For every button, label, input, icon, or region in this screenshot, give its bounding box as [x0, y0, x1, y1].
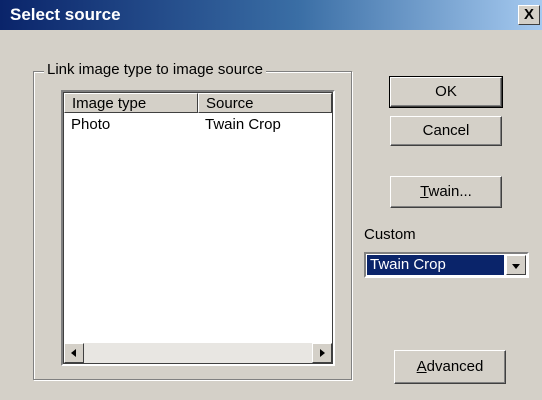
cancel-button[interactable]: Cancel [390, 116, 502, 146]
cancel-button-label: Cancel [422, 122, 470, 139]
ok-button[interactable]: OK [389, 76, 503, 108]
arrow-right-icon [320, 349, 325, 357]
cell-source: Twain Crop [205, 116, 281, 133]
column-header-label: Image type [72, 95, 147, 112]
twain-button-label: wain... [428, 183, 472, 200]
advanced-button[interactable]: Advanced [394, 350, 506, 384]
column-header-label: Source [206, 95, 254, 112]
custom-label: Custom [364, 226, 416, 243]
group-label: Link image type to image source [44, 61, 266, 79]
close-icon: X [523, 6, 534, 23]
combo-dropdown-button[interactable] [506, 255, 526, 275]
image-source-list[interactable]: Image type Source Photo Twain Crop [61, 90, 335, 366]
chevron-down-icon [512, 264, 520, 269]
scroll-left-button[interactable] [64, 343, 84, 363]
custom-source-select[interactable]: Twain Crop [364, 252, 529, 278]
column-header-image-type[interactable]: Image type [64, 93, 198, 113]
twain-button[interactable]: Twain... [390, 176, 502, 208]
window-title: Select source [10, 5, 121, 24]
cell-image-type: Photo [71, 116, 111, 133]
ok-button-label: OK [435, 83, 457, 100]
custom-selected-value: Twain Crop [367, 255, 504, 275]
select-source-dialog: Select source X Link image type to image… [0, 0, 542, 400]
arrow-left-icon [71, 349, 76, 357]
title-bar[interactable]: Select source X [0, 0, 542, 30]
advanced-button-label: dvanced [426, 358, 484, 375]
horizontal-scrollbar[interactable] [64, 343, 332, 363]
column-header-source[interactable]: Source [198, 93, 332, 113]
advanced-mnemonic: A [416, 358, 427, 375]
close-button[interactable]: X [518, 5, 540, 25]
scroll-right-button[interactable] [312, 343, 332, 363]
